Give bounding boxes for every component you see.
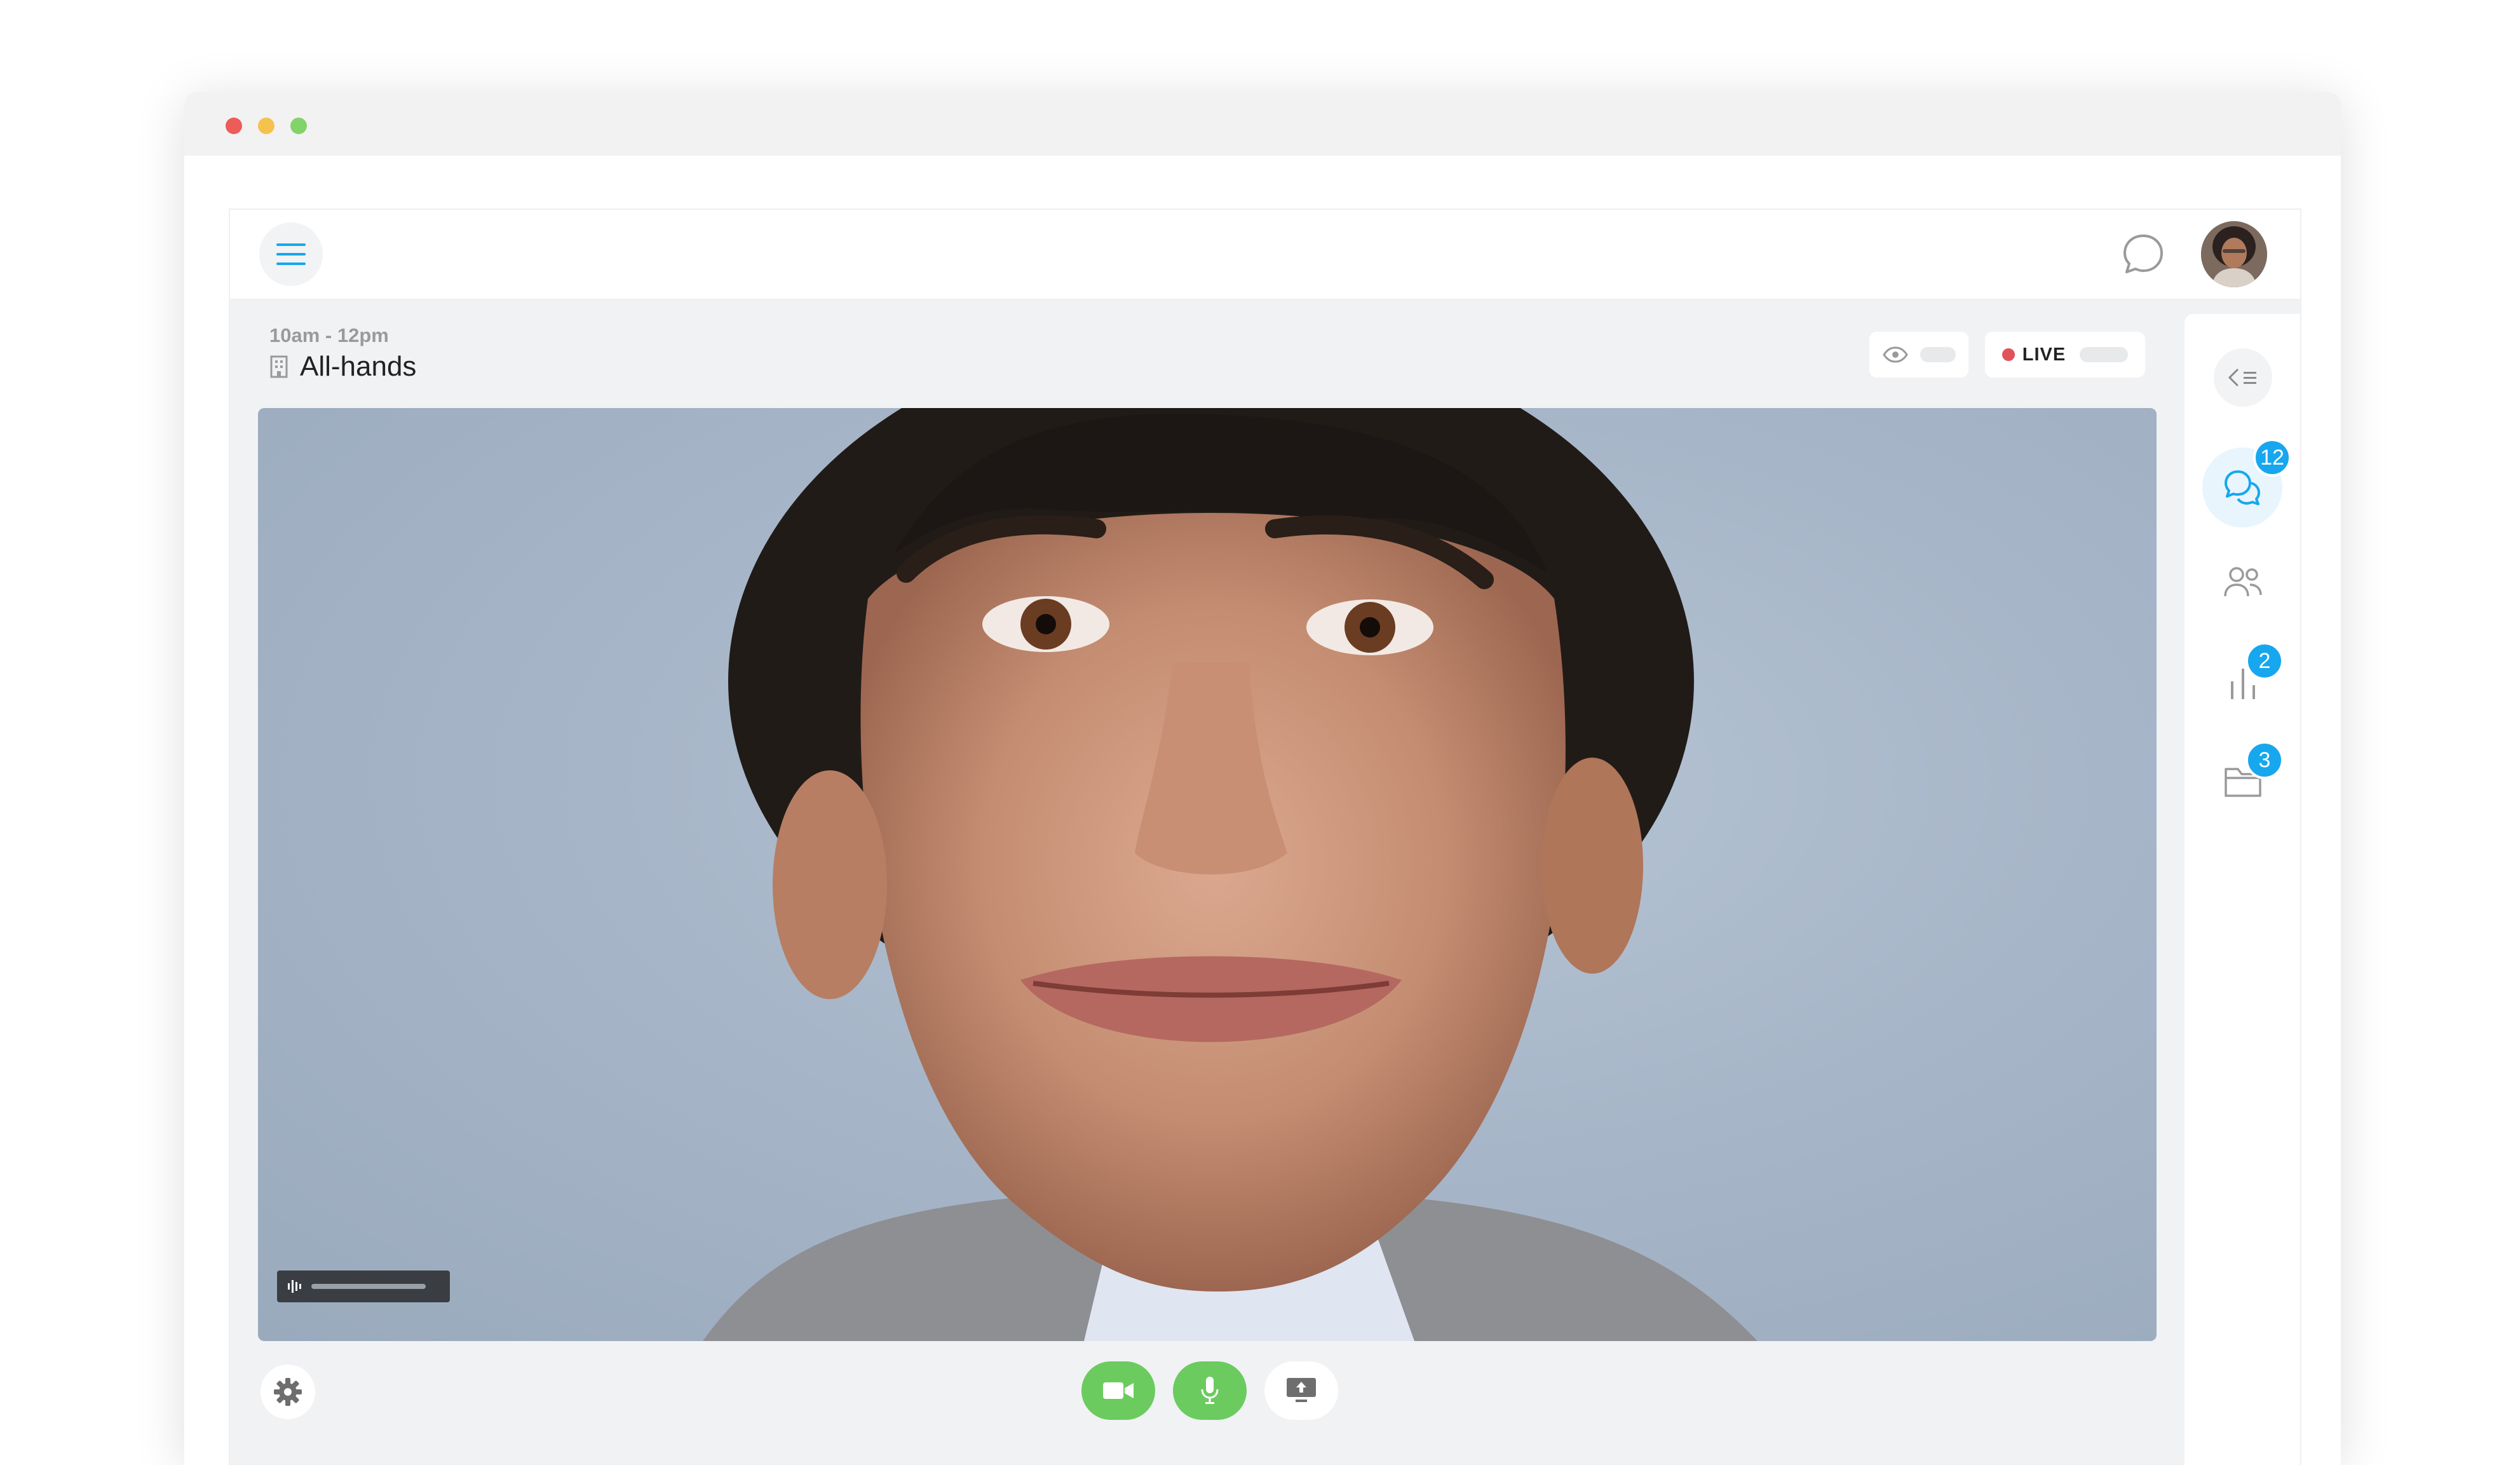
chat-badge: 12 — [2253, 439, 2291, 477]
window-titlebar — [184, 92, 2341, 156]
audio-level-bar — [277, 1271, 450, 1302]
sidebar-item-files[interactable]: 3 — [2211, 741, 2284, 814]
camera-toggle-button[interactable] — [1081, 1361, 1155, 1420]
avatar-image — [2201, 221, 2267, 287]
browser-window: 10am - 12pm All-hands LIVE 12 2 3 — [184, 92, 2341, 1465]
meeting-app: 10am - 12pm All-hands LIVE 12 2 3 — [229, 208, 2301, 1465]
share-screen-button[interactable] — [1264, 1361, 1338, 1420]
sidebar-item-chat[interactable]: 12 — [2202, 439, 2291, 528]
screen-share-icon — [1287, 1378, 1316, 1402]
microphone-toggle-button[interactable] — [1173, 1361, 1247, 1420]
maximize-window-button[interactable] — [290, 118, 307, 134]
sidebar-item-participants[interactable] — [2211, 550, 2275, 614]
collapse-sidebar-button[interactable] — [2214, 348, 2272, 407]
polls-badge: 2 — [2246, 642, 2284, 680]
video-camera-icon — [1103, 1382, 1134, 1399]
speaker-video-feed — [703, 408, 1758, 1341]
viewers-indicator[interactable] — [1869, 332, 1968, 378]
files-badge: 3 — [2246, 741, 2284, 779]
chat-bubble-icon — [2124, 235, 2163, 273]
menu-button[interactable] — [259, 222, 323, 286]
audio-waveform-icon — [288, 1280, 301, 1293]
meeting-title: All-hands — [300, 351, 417, 382]
eye-icon — [1883, 346, 1908, 363]
live-duration-placeholder — [2080, 347, 2129, 362]
live-indicator[interactable]: LIVE — [1985, 332, 2145, 378]
audio-level-meter — [311, 1284, 426, 1289]
microphone-icon — [1201, 1377, 1219, 1404]
minimize-window-button[interactable] — [258, 118, 274, 134]
call-controls — [1081, 1361, 1338, 1420]
live-label: LIVE — [2022, 344, 2066, 365]
meeting-title-row: All-hands — [269, 351, 416, 383]
chat-button[interactable] — [2121, 232, 2165, 276]
right-sidebar: 12 2 3 — [2185, 314, 2300, 1465]
meeting-time: 10am - 12pm — [269, 324, 389, 346]
user-avatar[interactable] — [2201, 221, 2267, 287]
sidebar-item-polls[interactable]: 2 — [2211, 642, 2284, 714]
hamburger-icon — [276, 243, 306, 265]
people-icon — [2224, 567, 2262, 597]
meeting-content: 10am - 12pm All-hands LIVE 12 2 3 — [230, 300, 2300, 1465]
building-icon — [270, 355, 288, 378]
chat-icon — [2225, 470, 2260, 505]
collapse-panel-icon — [2228, 369, 2256, 386]
live-dot-icon — [2002, 348, 2015, 361]
settings-button[interactable] — [261, 1365, 315, 1419]
top-navigation — [230, 210, 2300, 300]
main-video[interactable] — [258, 408, 2157, 1341]
close-window-button[interactable] — [226, 118, 242, 134]
gear-icon — [274, 1378, 302, 1406]
viewers-count-placeholder — [1920, 347, 1956, 362]
